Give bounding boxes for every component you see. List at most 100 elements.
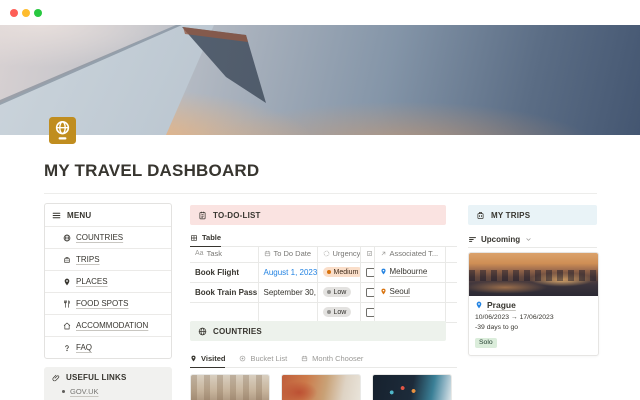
map-pin-icon xyxy=(63,278,71,286)
table-icon xyxy=(190,234,198,242)
sort-lines-icon xyxy=(468,235,477,244)
todo-view-tabs: Table xyxy=(190,230,457,247)
column-header-associated[interactable]: Associated T... xyxy=(374,246,445,262)
my-trips-panel: MY TRIPS Upcoming Prague 10/06/2023 → 17… xyxy=(468,205,597,400)
minimize-window-button[interactable] xyxy=(22,9,30,17)
main-content: TO-DO-LIST Table AaTask To Do Date Urgen… xyxy=(190,205,458,400)
column-header-task[interactable]: AaTask xyxy=(190,246,258,262)
sidebar-item-places[interactable]: PLACES xyxy=(45,271,171,293)
sidebar-item-countries[interactable]: COUNTRIES xyxy=(45,227,171,249)
map-pin-icon xyxy=(380,268,387,275)
target-icon xyxy=(239,355,246,362)
date-cell[interactable] xyxy=(258,302,317,322)
sidebar-item-label: COUNTRIES xyxy=(76,233,123,242)
checkbox-icon xyxy=(366,250,373,257)
checkbox-unchecked[interactable] xyxy=(366,268,375,277)
menu-title: MENU xyxy=(67,211,91,220)
menu-card: MENU COUNTRIES TRIPS PLACES FOOD SPOTS A… xyxy=(44,203,172,359)
sidebar-item-faq[interactable]: FAQ xyxy=(45,337,171,358)
sidebar-item-label: FOOD SPOTS xyxy=(76,299,128,308)
window-titlebar xyxy=(0,0,640,25)
checkbox-unchecked[interactable] xyxy=(366,308,375,317)
prague-skyline xyxy=(469,270,598,281)
prague-photo xyxy=(469,253,598,296)
associated-cell[interactable]: Melbourne xyxy=(374,262,445,282)
sidebar-item-label: FAQ xyxy=(76,343,92,352)
passport-icon[interactable] xyxy=(49,117,76,144)
associated-cell[interactable] xyxy=(374,302,445,322)
table-header-row: AaTask To Do Date Urgency Associated T..… xyxy=(190,246,457,262)
urgency-cell[interactable]: Low xyxy=(317,302,360,322)
tab-table-view[interactable]: Table xyxy=(190,233,221,247)
map-pin-icon xyxy=(190,355,197,362)
luggage-icon xyxy=(476,211,485,220)
task-cell[interactable]: Book Train Pass xyxy=(190,282,258,302)
urgency-badge-low: Low xyxy=(323,287,352,297)
useful-links-title: USEFUL LINKS xyxy=(66,373,126,382)
my-trips-section-header[interactable]: MY TRIPS xyxy=(468,205,597,225)
urgency-cell[interactable]: Low xyxy=(317,282,360,302)
task-cell[interactable]: Book Flight xyxy=(190,262,258,282)
gallery-card-neon-city[interactable] xyxy=(372,374,452,400)
gallery-card-rooftop-city[interactable] xyxy=(190,374,270,400)
sidebar-item-label: PLACES xyxy=(76,277,108,286)
travel-dashboard-window: MY TRAVEL DASHBOARD MENU COUNTRIES TRIPS… xyxy=(0,0,640,400)
urgency-badge-low: Low xyxy=(323,307,352,317)
tab-bucket-list[interactable]: Bucket List xyxy=(239,354,287,367)
sidebar-item-accommodation[interactable]: ACCOMMODATION xyxy=(45,315,171,337)
trip-countdown: -39 days to go xyxy=(475,324,592,331)
useful-link-govuk[interactable]: GOV.UK xyxy=(62,387,164,396)
associated-cell[interactable]: Seoul xyxy=(374,282,445,302)
my-trips-title: MY TRIPS xyxy=(491,211,530,220)
date-cell[interactable]: September 30, 202 xyxy=(258,282,317,302)
globe-icon xyxy=(198,327,207,336)
task-cell[interactable] xyxy=(190,302,258,322)
tab-label: Table xyxy=(202,233,221,242)
cutlery-icon xyxy=(63,300,71,308)
gallery-card-coastal-town[interactable] xyxy=(281,374,361,400)
badge-dot xyxy=(327,270,331,274)
trip-card-body: Prague 10/06/2023 → 17/06/2023 -39 days … xyxy=(469,296,598,355)
todo-list-section-header[interactable]: TO-DO-LIST xyxy=(190,205,446,225)
calendar-icon xyxy=(264,250,271,257)
tab-visited[interactable]: Visited xyxy=(190,354,225,368)
table-row: Low xyxy=(190,302,457,322)
countries-view-tabs: Visited Bucket List Month Chooser xyxy=(190,351,457,368)
checkbox-cell[interactable] xyxy=(360,302,374,322)
page-title[interactable]: MY TRAVEL DASHBOARD xyxy=(44,161,259,181)
calendar-icon xyxy=(301,355,308,362)
menu-header: MENU xyxy=(45,204,171,227)
date-cell[interactable]: August 1, 2023 xyxy=(258,262,317,282)
trip-dates: 10/06/2023 → 17/06/2023 xyxy=(475,314,592,321)
zoom-window-button[interactable] xyxy=(34,9,42,17)
checkbox-cell[interactable] xyxy=(360,262,374,282)
checkbox-unchecked[interactable] xyxy=(366,288,375,297)
sidebar-item-food-spots[interactable]: FOOD SPOTS xyxy=(45,293,171,315)
close-window-button[interactable] xyxy=(10,9,18,17)
upcoming-view-selector[interactable]: Upcoming xyxy=(468,231,597,248)
tab-label: Bucket List xyxy=(250,354,287,363)
trip-tag-solo: Solo xyxy=(475,338,497,348)
paperclip-icon xyxy=(52,374,60,382)
text-type-icon: Aa xyxy=(195,250,204,257)
useful-links-header: USEFUL LINKS xyxy=(52,373,164,382)
trip-name: Prague xyxy=(487,300,516,310)
tab-month-chooser[interactable]: Month Chooser xyxy=(301,354,363,367)
urgency-cell[interactable]: Medium xyxy=(317,262,360,282)
notepad-icon xyxy=(198,211,207,220)
globe-icon xyxy=(63,234,71,242)
checkbox-cell[interactable] xyxy=(360,282,374,302)
sidebar-item-trips[interactable]: TRIPS xyxy=(45,249,171,271)
map-pin-icon xyxy=(380,288,387,295)
tab-label: Month Chooser xyxy=(312,354,363,363)
upcoming-label: Upcoming xyxy=(481,235,520,244)
bullet-dot xyxy=(62,390,65,393)
column-header-checkbox[interactable] xyxy=(360,246,374,262)
hamburger-icon xyxy=(52,211,61,220)
urgency-badge-medium: Medium xyxy=(323,267,361,277)
column-header-to-do-date[interactable]: To Do Date xyxy=(258,246,317,262)
trip-card-prague[interactable]: Prague 10/06/2023 → 17/06/2023 -39 days … xyxy=(468,252,599,356)
status-icon xyxy=(323,250,330,257)
column-header-urgency[interactable]: Urgency xyxy=(317,246,360,262)
countries-section-header[interactable]: COUNTRIES xyxy=(190,321,446,341)
